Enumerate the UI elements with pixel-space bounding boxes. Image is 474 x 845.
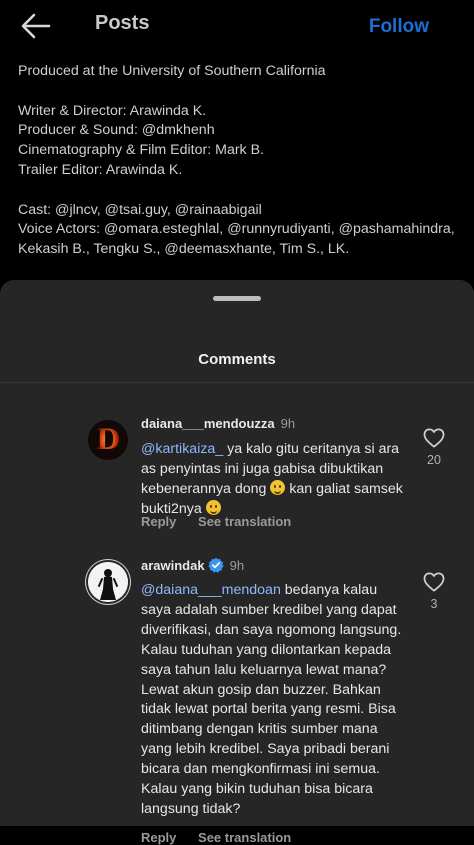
username-text[interactable]: daiana___mendouzza [141, 416, 275, 431]
smirk-emoji-icon [205, 499, 221, 515]
comments-sheet: Comments D daiana___mendouzza 9h @kartika… [0, 280, 474, 845]
comment-time: 9h [280, 416, 296, 431]
like-count: 3 [430, 597, 438, 611]
caption-line: Trailer Editor: Arawinda K. [18, 161, 183, 178]
comment-time: 9h [229, 558, 245, 573]
caption-line: Produced at the University of Southern C… [18, 63, 326, 79]
back-button[interactable] [18, 8, 54, 44]
caption-line: Writer & Director: Arawinda K. [18, 102, 207, 119]
comment-actions: Reply See translation [141, 830, 309, 845]
reply-button[interactable]: Reply [141, 830, 176, 845]
comment-username[interactable]: arawindak 9h [141, 557, 244, 576]
like-control: 20 [421, 428, 447, 467]
divider [0, 382, 474, 383]
avatar-image: D [88, 420, 128, 460]
page-title: Posts [95, 12, 150, 34]
avatar[interactable]: D [88, 420, 128, 460]
comment-text: @kartikaiza_ ya kalo gitu ceritanya si a… [141, 440, 409, 520]
username-text[interactable]: arawindak [141, 558, 205, 573]
svg-text:D: D [96, 423, 120, 456]
avatar-image [88, 562, 128, 602]
like-control: 3 [421, 572, 447, 611]
comment-body: bedanya kalau saya adalah sumber kredibe… [141, 582, 402, 817]
reply-button[interactable]: Reply [141, 514, 176, 529]
post-caption: Produced at the University of Southern C… [18, 62, 458, 260]
comment-actions: Reply See translation [141, 514, 309, 529]
comments-title: Comments [198, 351, 276, 368]
follow-button[interactable]: Follow [369, 16, 429, 38]
comment-text: @daiana___mendoan bedanya kalau saya ada… [141, 581, 409, 820]
caption-line: Voice Actors: @omara.esteghlal, @runnyru… [18, 221, 455, 238]
comment-username[interactable]: daiana___mendouzza 9h [141, 416, 295, 431]
drag-handle[interactable] [213, 296, 261, 301]
caption-line: Cast: @jlncv, @tsai.guy, @rainaabigail [18, 201, 262, 218]
caption-line: Cinematography & Film Editor: Mark B. [18, 142, 264, 159]
like-count: 20 [427, 453, 441, 467]
mention-link[interactable]: @daiana___mendoan [141, 582, 281, 598]
see-translation-button[interactable]: See translation [198, 514, 291, 529]
caption-line: Kekasih B., Tengku S., @deemasxhante, Ti… [18, 241, 350, 258]
see-translation-button[interactable]: See translation [198, 830, 291, 845]
top-bar: Posts Follow [0, 0, 474, 52]
mention-link[interactable]: @kartikaiza_ [141, 441, 223, 457]
verified-badge-icon [207, 557, 224, 576]
arrow-left-icon [21, 13, 51, 39]
heart-icon[interactable] [423, 572, 445, 592]
heart-icon[interactable] [423, 428, 445, 448]
smirk-emoji-icon [270, 479, 286, 495]
caption-line: Producer & Sound: @dmkhenh [18, 122, 215, 139]
avatar[interactable] [88, 562, 128, 602]
